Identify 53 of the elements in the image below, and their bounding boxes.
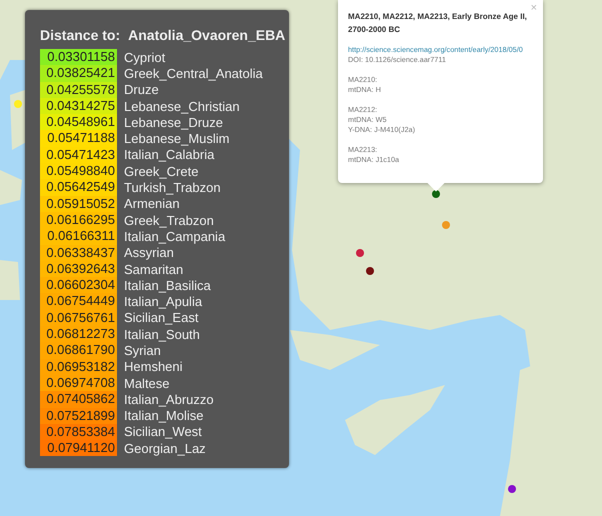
population-name: Hemsheni: [123, 359, 183, 374]
population-name: Sicilian_West: [123, 424, 202, 440]
distance-value: 0.07941120: [40, 440, 117, 456]
distance-value: 0.05471423: [40, 146, 117, 164]
distance-value: 0.05915052: [40, 196, 117, 212]
distance-value: 0.06602304: [40, 277, 117, 294]
population-name: Lebanese_Muslim: [123, 131, 230, 146]
popup-title: MA2210, MA2212, MA2213, Early Bronze Age II, 2700-2000 BC: [348, 11, 528, 36]
population-name: Armenian: [123, 196, 180, 212]
distance-value: 0.04255578: [40, 82, 117, 98]
distance-value: 0.04314275: [40, 98, 117, 114]
distance-value: 0.03301158: [40, 49, 117, 66]
distance-value: 0.06392643: [40, 260, 117, 278]
population-name: Turkish_Trabzon: [123, 180, 221, 196]
population-name: Italian_Molise: [123, 408, 204, 424]
heading-label: Distance to:: [40, 27, 120, 45]
distance-value: 0.07521899: [40, 408, 117, 424]
distance-value: 0.03825421: [40, 65, 117, 82]
population-name: Greek_Crete: [123, 164, 198, 179]
distance-value: 0.04548961: [40, 114, 117, 130]
population-name: Greek_Trabzon: [123, 212, 214, 228]
distance-value: 0.07405862: [40, 391, 117, 408]
distance-value: 0.07853384: [40, 424, 117, 440]
distance-value: 0.05471188: [40, 130, 117, 147]
distance-value: 0.06953182: [40, 358, 117, 375]
population-name: Lebanese_Druze: [123, 114, 224, 130]
population-name: Druze: [123, 82, 159, 98]
population-name: Maltese: [123, 376, 170, 391]
population-name: Greek_Central_Anatolia: [123, 66, 263, 81]
population-name: Cypriot: [123, 50, 166, 65]
distance-value: 0.05498840: [40, 163, 117, 180]
distance-value: 0.06756761: [40, 310, 117, 326]
population-name: Italian_Basilica: [123, 278, 211, 293]
population-name: Lebanese_Christian: [123, 98, 240, 114]
population-name: Sicilian_East: [123, 310, 198, 326]
distance-value: 0.06166311: [40, 228, 117, 245]
distance-value: 0.06754449: [40, 293, 117, 310]
population-name: Italian_South: [123, 326, 200, 342]
distance-value: 0.06812273: [40, 326, 117, 342]
population-name: Italian_Apulia: [123, 294, 202, 310]
heading-target: Anatolia_Ovaoren_EBA: [128, 27, 286, 45]
population-name: Samaritan: [123, 262, 184, 276]
distance-value: 0.06974708: [40, 374, 117, 392]
distance-value: 0.06166295: [40, 212, 117, 228]
population-name: Italian_Campania: [123, 228, 226, 244]
population-name: Italian_Calabria: [123, 147, 214, 162]
distance-value: 0.06861790: [40, 342, 117, 359]
population-name: Assyrian: [123, 245, 174, 260]
distance-value: 0.06338437: [40, 244, 117, 261]
population-name: Georgian_Laz: [123, 440, 206, 456]
population-name: Syrian: [123, 342, 161, 358]
distance-value: 0.05642549: [40, 179, 117, 196]
population-name: Italian_Abruzzo: [123, 392, 214, 407]
